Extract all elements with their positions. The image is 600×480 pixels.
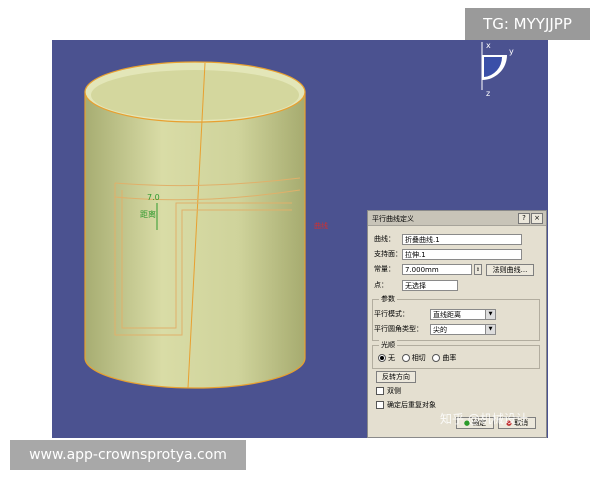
- curve-field[interactable]: 折叠曲线.1: [402, 234, 522, 245]
- checkbox-icon: [376, 401, 384, 409]
- dialog-titlebar[interactable]: 平行曲线定义 ? ×: [368, 211, 546, 226]
- cylinder-inner: [91, 70, 299, 120]
- curve-label: 曲线：: [374, 235, 395, 243]
- smooth-option-tangent[interactable]: 相切: [401, 354, 426, 362]
- telegram-watermark: TG: MYYJJPP: [465, 8, 590, 40]
- svg-text:x: x: [486, 41, 491, 50]
- radio-icon: [432, 354, 441, 362]
- svg-text:y: y: [509, 47, 514, 56]
- side-label: 曲线: [314, 221, 328, 230]
- params-group-title: 参数: [379, 294, 397, 304]
- repeat-after-ok-checkbox[interactable]: 确定后重复对象: [376, 399, 436, 411]
- annotation-value: 7.0: [147, 193, 160, 202]
- parallel-curve-dialog[interactable]: 平行曲线定义 ? × 曲线： 折叠曲线.1 支持面： 拉伸.1 常量： 7.00…: [367, 210, 547, 438]
- annotation-label: 距离: [140, 209, 156, 219]
- smooth-group-title: 光顺: [379, 340, 397, 350]
- constant-label: 常量：: [374, 265, 395, 273]
- reverse-direction-button[interactable]: 反转方向: [376, 371, 416, 383]
- both-sides-checkbox[interactable]: 双侧: [376, 385, 401, 397]
- radio-icon: [378, 354, 386, 362]
- chevron-down-icon: ▼: [485, 325, 495, 334]
- svg-text:z: z: [486, 89, 490, 98]
- corner-type-select[interactable]: 尖的 ▼: [430, 324, 496, 335]
- axis-compass: x y z: [481, 41, 514, 98]
- smooth-option-none[interactable]: 无: [378, 354, 395, 362]
- constant-spinner[interactable]: ⇕: [474, 264, 482, 275]
- smooth-options: 无 相切 曲率: [378, 352, 456, 364]
- parallel-mode-label: 平行模式：: [374, 310, 409, 318]
- close-button[interactable]: ×: [531, 213, 543, 224]
- law-curve-button[interactable]: 法则曲线...: [486, 264, 534, 276]
- corner-type-label: 平行圆角类型：: [374, 325, 423, 333]
- cylinder-body: [84, 91, 306, 389]
- smooth-option-curvature[interactable]: 曲率: [432, 354, 456, 362]
- url-watermark: www.app-crownsprotya.com: [10, 440, 246, 470]
- constant-field[interactable]: 7.000mm: [402, 264, 472, 275]
- dialog-title: 平行曲线定义: [372, 215, 414, 223]
- point-label: 点：: [374, 281, 388, 289]
- radio-icon: [401, 354, 410, 362]
- support-label: 支持面：: [374, 250, 402, 258]
- checkbox-icon: [376, 387, 384, 395]
- parallel-mode-select[interactable]: 直线距离 ▼: [430, 309, 496, 320]
- support-field[interactable]: 拉伸.1: [402, 249, 522, 260]
- point-field[interactable]: 无选择: [402, 280, 458, 291]
- zhihu-watermark: 知乎 @机械设计: [440, 412, 528, 426]
- chevron-down-icon: ▼: [485, 310, 495, 319]
- help-button[interactable]: ?: [518, 213, 530, 224]
